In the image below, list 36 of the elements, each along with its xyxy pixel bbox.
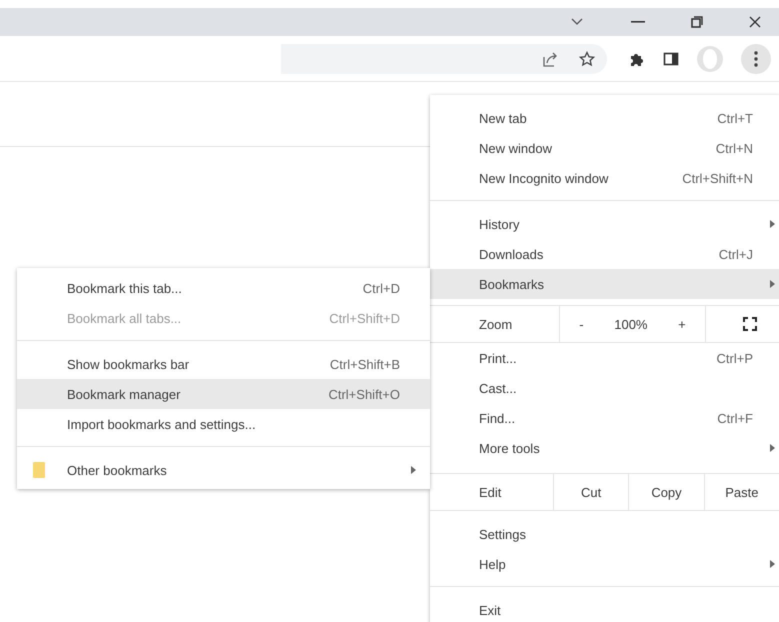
menu-item[interactable]: Downloads Ctrl+J: [430, 239, 779, 269]
menu-item[interactable]: New Incognito window Ctrl+Shift+N: [430, 163, 779, 193]
menu-item[interactable]: Bookmarks: [430, 269, 779, 299]
menu-item[interactable]: Bookmark this tab... Ctrl+D: [17, 273, 430, 303]
edit-button[interactable]: Copy: [628, 474, 704, 510]
menu-item[interactable]: Settings: [430, 519, 779, 549]
menu-item[interactable]: Cast...: [430, 373, 779, 403]
chevron-down-icon[interactable]: [571, 18, 583, 26]
restore-icon[interactable]: [691, 16, 703, 28]
side-panel-icon[interactable]: [663, 50, 679, 66]
folder-icon: [33, 462, 45, 478]
close-icon[interactable]: [749, 16, 761, 28]
edit-button[interactable]: Paste: [704, 474, 779, 510]
fullscreen-icon: [743, 317, 757, 331]
menu-item[interactable]: Import bookmarks and settings...: [17, 409, 430, 439]
share-icon[interactable]: [543, 50, 559, 66]
menu-item[interactable]: Show bookmarks bar Ctrl+Shift+B: [17, 349, 430, 379]
more-icon[interactable]: [741, 44, 771, 74]
menu-item[interactable]: New window Ctrl+N: [430, 133, 779, 163]
menu-item[interactable]: Help: [430, 549, 779, 579]
menu-item[interactable]: Exit: [430, 595, 779, 622]
menu-item[interactable]: More tools: [430, 433, 779, 463]
zoom-in-button[interactable]: +: [670, 312, 694, 336]
zoom-out-button[interactable]: -: [571, 312, 592, 336]
menu-item[interactable]: Other bookmarks: [17, 455, 430, 485]
zoom-value: 100%: [614, 316, 648, 332]
menu-item[interactable]: History: [430, 209, 779, 239]
menu-item[interactable]: Find... Ctrl+F: [430, 403, 779, 433]
star-icon[interactable]: [579, 50, 595, 66]
edit-button[interactable]: Cut: [553, 474, 628, 510]
zoom-label: Zoom: [478, 316, 514, 332]
edit-label: Edit: [478, 484, 502, 500]
menu-item[interactable]: Print... Ctrl+P: [430, 343, 779, 373]
menu-item[interactable]: Bookmark manager Ctrl+Shift+O: [17, 379, 430, 409]
minimize-icon[interactable]: [631, 21, 645, 23]
menu-item[interactable]: New tab Ctrl+T: [430, 103, 779, 133]
